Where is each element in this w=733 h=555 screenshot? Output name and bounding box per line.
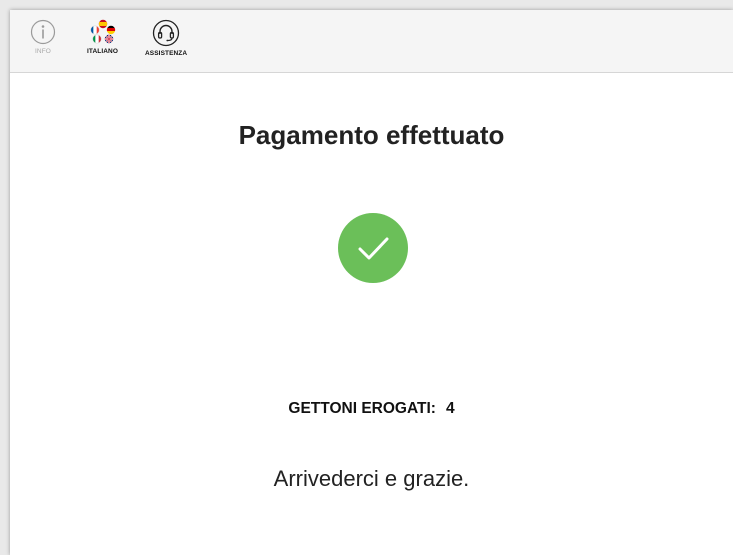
language-flags-icon <box>90 19 115 44</box>
tokens-dispensed: GETTONI EROGATI: 4 <box>10 400 733 418</box>
check-circle-icon <box>338 213 408 283</box>
headset-icon <box>152 19 180 47</box>
farewell-message: Arrivederci e grazie. <box>273 466 470 491</box>
info-icon <box>30 19 56 45</box>
window-frame: INFO ITALIANO ASSISTENZA Pagamento effet… <box>0 0 733 555</box>
info-label: INFO <box>35 48 51 55</box>
language-label: ITALIANO <box>87 48 119 55</box>
page-title: Pagamento effettuato <box>238 120 505 150</box>
kiosk-screen: INFO ITALIANO ASSISTENZA Pagamento effet… <box>10 10 733 555</box>
assistance-button[interactable]: ASSISTENZA <box>145 19 187 57</box>
tokens-label: GETTONI EROGATI: <box>288 400 436 417</box>
language-button[interactable]: ITALIANO <box>87 19 118 55</box>
tokens-count: 4 <box>445 400 455 417</box>
top-toolbar: INFO ITALIANO ASSISTENZA <box>10 10 733 73</box>
assistance-label: ASSISTENZA <box>145 50 188 57</box>
info-button[interactable]: INFO <box>30 19 56 55</box>
